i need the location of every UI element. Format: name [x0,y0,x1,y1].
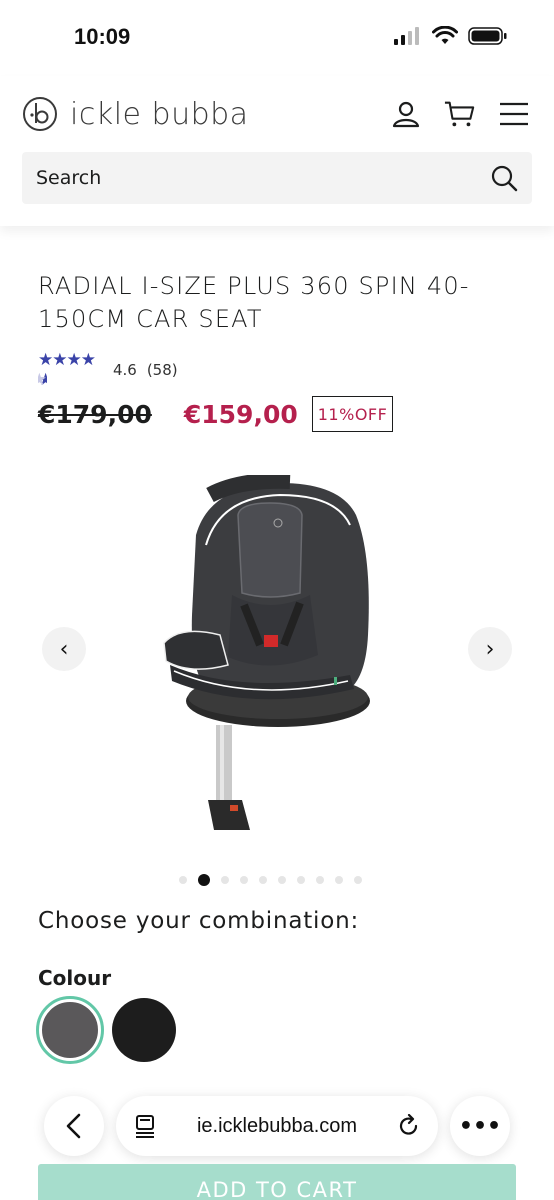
chevron-left-icon [66,1113,81,1139]
rating-count: (58) [146,361,178,379]
status-icons [394,26,508,46]
colour-label: Colour [38,966,112,990]
search-input[interactable] [36,167,490,189]
discount-badge: 11%OFF [311,396,394,432]
product-gallery: ‹ › [0,455,554,855]
header-actions [390,98,530,130]
price-block: €179,00 €159,00 11%OFF [38,396,394,432]
chevron-right-icon: › [485,636,495,662]
address-bar[interactable]: ie.icklebubba.com [116,1096,438,1156]
gallery-dot[interactable] [179,876,187,884]
rating-value: 4.6 [112,361,137,379]
gallery-dot[interactable] [240,876,248,884]
logo-mark-icon [23,97,57,131]
original-price: €179,00 [38,399,152,429]
colour-swatches [36,996,178,1064]
gallery-prev-button[interactable]: ‹ [42,627,86,671]
gallery-dot[interactable] [335,876,343,884]
gallery-next-button[interactable]: › [468,627,512,671]
product-title: RADIAL I-SIZE PLUS 360 SPIN 40-150CM CAR… [38,272,470,333]
signal-icon [394,27,419,45]
sale-price: €159,00 [183,399,298,429]
product-image[interactable] [150,475,390,845]
wifi-icon [432,26,458,44]
product-rating[interactable]: ★★★★★★ 4.6 (58) [38,350,178,390]
add-to-cart-button[interactable]: ADD TO CART [38,1164,516,1200]
swatch-grey[interactable] [36,996,104,1064]
status-time: 10:09 [74,24,131,49]
gallery-pagination [179,874,362,886]
reload-icon[interactable] [398,1114,420,1138]
gallery-dot[interactable] [198,874,210,886]
brand-logo[interactable]: ickle bubba [22,96,249,132]
gallery-dot[interactable] [221,876,229,884]
status-bar: 10:09 [0,0,554,76]
browser-toolbar: ie.icklebubba.com ••• [44,1094,510,1158]
gallery-dot[interactable] [278,876,286,884]
gallery-dot[interactable] [316,876,324,884]
chevron-left-icon: ‹ [59,636,69,662]
search-icon[interactable] [490,164,518,192]
combination-heading: Choose your combination: [38,908,360,934]
account-icon[interactable] [390,98,422,130]
brand-name: ickle bubba [70,96,249,132]
browser-back-button[interactable] [44,1096,104,1156]
site-header: ickle bubba [0,76,554,226]
menu-icon[interactable] [498,98,530,130]
gallery-dot[interactable] [259,876,267,884]
cart-icon[interactable] [444,98,476,130]
more-icon[interactable]: ••• [450,1096,510,1156]
rating-stars-icon: ★★★★★★ [38,350,96,390]
gallery-dot[interactable] [354,876,362,884]
reader-icon [136,1115,154,1138]
search-bar [22,152,532,204]
gallery-dot[interactable] [297,876,305,884]
swatch-black[interactable] [110,996,178,1064]
url-text: ie.icklebubba.com [196,1114,358,1137]
battery-icon [468,27,507,45]
